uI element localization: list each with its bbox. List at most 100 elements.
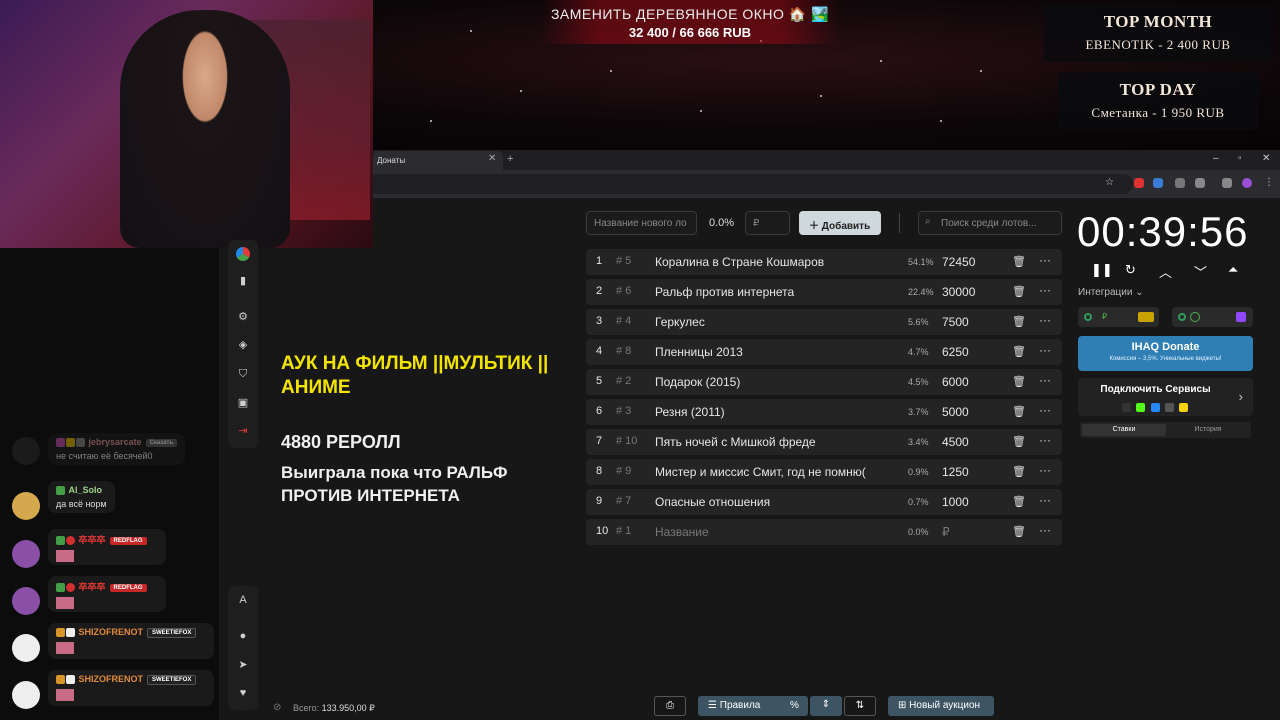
more-icon[interactable]: ··· [1039,253,1051,267]
more-icon[interactable]: ··· [1039,313,1051,327]
reading-list-icon[interactable] [1222,178,1232,188]
trash-icon[interactable]: 🗑 [1012,435,1026,448]
chrome-logo-icon[interactable] [236,247,250,261]
eye-off-icon[interactable]: ⊘ [273,702,281,713]
lot-amount[interactable]: 5000 [942,405,969,419]
maximize-icon[interactable]: ▫ [1238,153,1242,164]
lot-row[interactable]: 10 # 1 Название 0.0% ₽ 🗑 ··· [586,519,1062,545]
lot-row[interactable]: 9 # 7 Опасные отношения 0.7% 1000 🗑 ··· [586,489,1062,515]
lot-row[interactable]: 7 # 10 Пять ночей с Мишкой фреде 3.4% 4500 🗑 ·… [586,429,1062,455]
new-auction-button[interactable]: ⊞ Новый аукцион [888,696,994,716]
shield-icon[interactable]: ⛉ [236,367,250,381]
lot-amount[interactable]: 4500 [942,435,969,449]
logout-icon[interactable]: ⇥ [236,424,250,438]
tab-history[interactable]: История [1166,424,1250,436]
lot-amount[interactable]: 72450 [942,255,975,269]
lot-amount[interactable]: 6000 [942,375,969,389]
lot-name[interactable]: Опасные отношения [655,495,770,509]
lot-row[interactable]: 8 # 9 Мистер и миссис Смит, год не помню(0… [586,459,1062,485]
stats-icon[interactable]: ▮ [236,274,250,288]
double-chevron-up-icon[interactable]: ⏶ [1228,262,1238,278]
donate-icon[interactable]: ♥ [236,686,250,700]
lot-name[interactable]: Пленницы 2013 [655,345,743,359]
address-bar[interactable] [373,174,1133,194]
trash-icon[interactable]: 🗑 [1012,375,1026,388]
more-icon[interactable]: ··· [1039,493,1051,507]
lot-amount[interactable]: 6250 [942,345,969,359]
tab-bets[interactable]: Ставки [1082,424,1166,436]
github-icon[interactable]: ● [236,629,250,643]
more-icon[interactable]: ··· [1039,463,1051,477]
lot-amount[interactable]: 30000 [942,285,975,299]
trash-icon[interactable]: 🗑 [1012,495,1026,508]
lot-name[interactable]: Резня (2011) [655,405,725,419]
new-tab-button[interactable]: + [507,153,513,165]
lot-name[interactable]: Пять ночей с Мишкой фреде [655,435,816,449]
more-icon[interactable]: ··· [1039,343,1051,357]
lot-row[interactable]: 3 # 4 Геркулес 5.6% 7500 🗑 ··· [586,309,1062,335]
trash-icon[interactable]: 🗑 [1012,315,1026,328]
lot-name[interactable]: Подарок (2015) [655,375,740,389]
more-icon[interactable]: ··· [1039,433,1051,447]
percent-toggle[interactable]: % [781,696,808,716]
lot-row[interactable]: 5 # 2 Подарок (2015) 4.5% 6000 🗑 ··· [586,369,1062,395]
puzzle-icon[interactable] [1195,178,1205,188]
telegram-icon[interactable]: ➤ [236,658,250,672]
pause-icon[interactable]: ❚❚ [1091,262,1113,278]
lot-amount[interactable]: 7500 [942,315,969,329]
lot-row[interactable]: 6 # 3 Резня (2011) 3.7% 5000 🗑 ··· [586,399,1062,425]
lot-amount[interactable]: 1000 [942,495,969,509]
lot-search-input[interactable]: Поиск среди лотов... [918,211,1062,235]
lot-row[interactable]: 4 # 8 Пленницы 2013 4.7% 6250 🗑 ··· [586,339,1062,365]
split-icon[interactable]: ⇕ [810,696,842,716]
lot-amount-input[interactable]: ₽ [942,525,950,539]
more-icon[interactable]: ··· [1039,523,1051,537]
integration-toggle-twitch[interactable] [1172,307,1253,327]
new-lot-input[interactable]: Название нового ло [586,211,697,235]
amount-input[interactable]: ₽ [745,211,790,235]
top-day-title: TOP DAY [1119,80,1197,99]
chevron-down-icon[interactable]: ﹀ [1194,262,1207,281]
lot-row[interactable]: 1 # 5 Коралина в Стране Кошмаров 54.1% 72450… [586,249,1062,275]
more-icon[interactable]: ··· [1039,373,1051,387]
translate-icon[interactable]: A [236,593,250,607]
minimize-icon[interactable]: – [1213,153,1219,164]
lot-name[interactable]: Геркулес [655,315,705,329]
tab-close-icon[interactable]: ✕ [488,153,496,164]
more-icon[interactable]: ··· [1039,283,1051,297]
menu-kebab-icon[interactable]: ⋮ [1264,177,1274,188]
trash-icon[interactable]: 🗑 [1012,405,1026,418]
trash-icon[interactable]: 🗑 [1012,525,1026,538]
ihaq-donate-button[interactable]: IHAQ Donate Комиссия – 3,5%. Уникальные … [1078,336,1253,371]
browser-tab[interactable]: Донаты [373,151,503,170]
layers-icon[interactable]: ◈ [236,338,250,352]
save-icon[interactable]: ⎙ [654,696,686,716]
playlist-icon[interactable]: ▣ [236,396,250,410]
sort-icon[interactable]: ⇅ [844,696,876,716]
trash-icon[interactable]: 🗑 [1012,465,1026,478]
connect-services-button[interactable]: Подключить Сервисы › [1078,378,1253,416]
more-icon[interactable]: ··· [1039,403,1051,417]
lot-name[interactable]: Коралина в Стране Кошмаров [655,255,824,269]
profile-avatar[interactable] [1242,178,1252,188]
bookmark-star-icon[interactable]: ☆ [1105,177,1114,188]
reset-icon[interactable]: ↻ [1125,262,1136,278]
lot-id: # 2 [616,375,632,387]
close-window-icon[interactable]: ✕ [1262,153,1270,164]
trash-icon[interactable]: 🗑 [1012,285,1026,298]
gear-icon[interactable]: ⚙ [236,310,250,324]
lot-name[interactable]: Мистер и миссис Смит, год не помню( [655,465,866,479]
add-lot-button[interactable]: ＋ Добавить [799,211,881,235]
integration-toggle-donatepay[interactable]: ₽ [1078,307,1159,327]
trash-icon[interactable]: 🗑 [1012,255,1026,268]
trash-icon[interactable]: 🗑 [1012,345,1026,358]
integrations-toggle[interactable]: Интеграции ⌄ [1078,287,1144,298]
lot-row[interactable]: 2 # 6 Ральф против интернета 22.4% 30000 🗑 ··· [586,279,1062,305]
chevron-up-icon[interactable]: ︿ [1159,262,1172,281]
extension-icon[interactable] [1153,178,1163,188]
lot-name-input[interactable]: Название [655,525,709,539]
lot-amount[interactable]: 1250 [942,465,969,479]
extension-icon[interactable] [1175,178,1185,188]
lot-name[interactable]: Ральф против интернета [655,285,794,299]
youtube-ext-icon[interactable] [1134,178,1144,188]
